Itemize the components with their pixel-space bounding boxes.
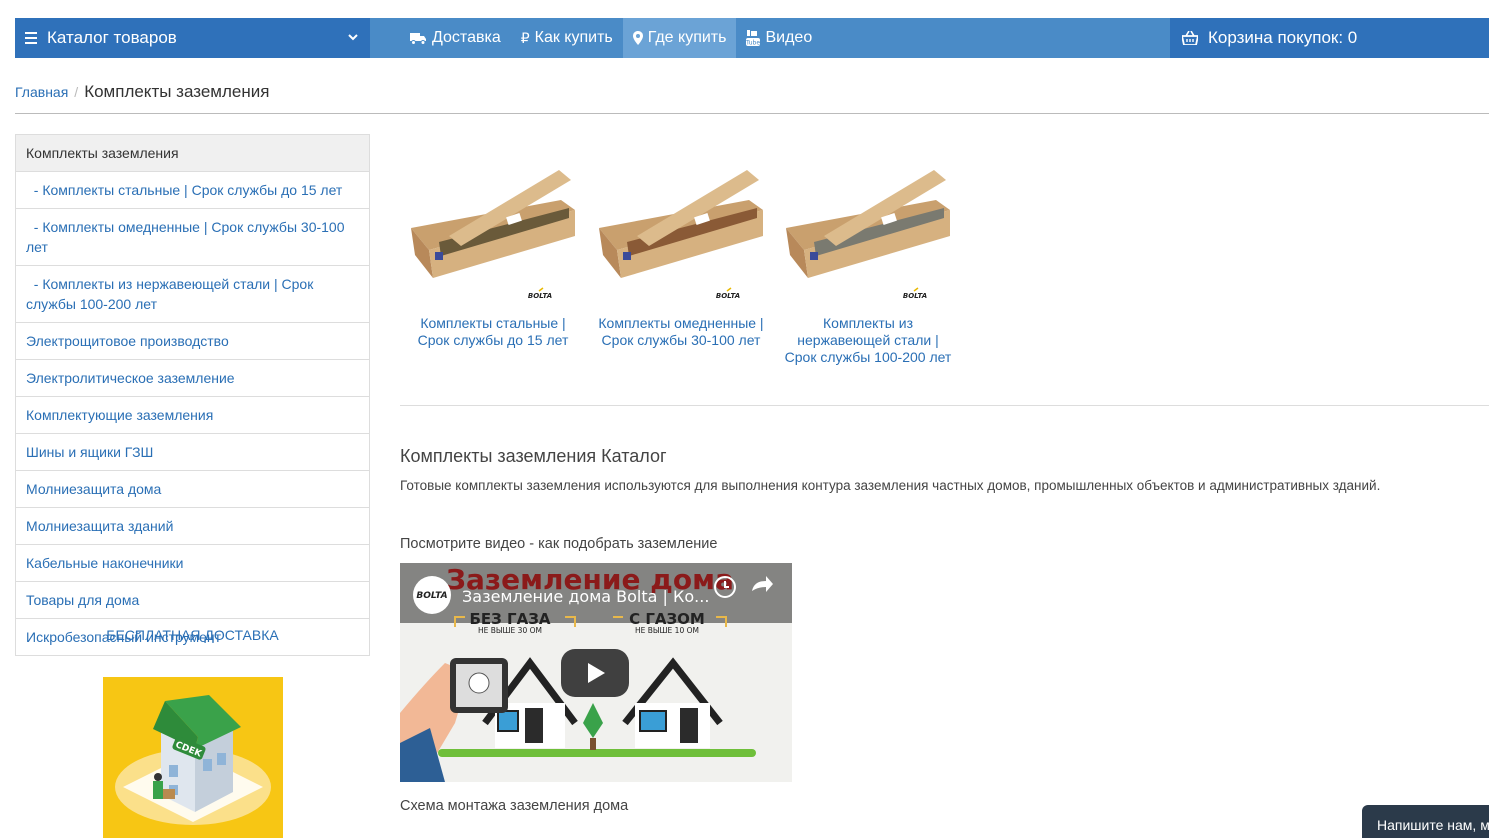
free-delivery-link[interactable]: БЕСПЛАТНАЯ ДОСТАВКА <box>15 627 370 643</box>
chevron-down-icon <box>348 34 358 41</box>
brand-logo: BOLTA <box>528 292 552 300</box>
nav-link-where-to-buy[interactable]: Где купить <box>622 18 737 58</box>
channel-logo: BOLTA <box>416 591 447 601</box>
hamburger-icon <box>25 32 37 44</box>
chat-label: Напишите нам, м <box>1377 817 1489 833</box>
cart-button[interactable]: Корзина покупок: 0 <box>1170 18 1489 58</box>
sidebar-item-lightning-home[interactable]: Молниезащита дома <box>16 470 369 507</box>
divider <box>400 405 1489 406</box>
right-subheading: НЕ ВЫШЕ 10 ОМ <box>635 626 699 635</box>
map-marker-icon <box>632 31 643 45</box>
nav-link-delivery[interactable]: Доставка <box>400 18 511 58</box>
sidebar-item-stainless-kits[interactable]: - Комплекты из нержавеющей стали | Срок … <box>16 265 369 322</box>
svg-text:Tube: Tube <box>746 40 760 47</box>
product-card[interactable]: BOLTA Комплекты стальные | Срок службы д… <box>409 160 577 349</box>
cart-label: Корзина покупок: 0 <box>1208 28 1358 47</box>
sidebar-item-grounding-kits[interactable]: Комплекты заземления <box>16 135 369 171</box>
video-title: Заземление дома Bolta | Ко... <box>462 587 709 606</box>
left-subheading: НЕ ВЫШЕ 30 ОМ <box>478 626 542 635</box>
nav-link-label: Доставка <box>432 29 501 46</box>
breadcrumb-current: Комплекты заземления <box>84 82 270 101</box>
nav-links: Доставка ₽ Как купить Где купить Tube Ви… <box>400 18 822 58</box>
sidebar-item-electrolytic[interactable]: Электролитическое заземление <box>16 359 369 396</box>
brand-logo: BOLTA <box>716 292 740 300</box>
chat-widget-button[interactable]: Напишите нам, м <box>1362 805 1489 838</box>
cdek-banner[interactable]: CDEK <box>103 677 283 838</box>
video-caption: Посмотрите видео - как подобрать заземле… <box>400 536 718 552</box>
product-label[interactable]: Комплекты омедненные | Срок службы 30-10… <box>597 315 765 349</box>
product-box-image: BOLTA <box>597 160 765 310</box>
nav-link-label: Где купить <box>647 29 727 46</box>
sidebar-item-cable-lugs[interactable]: Кабельные наконечники <box>16 544 369 581</box>
ruble-icon: ₽ <box>520 29 530 46</box>
breadcrumb: Главная / Комплекты заземления <box>15 82 269 102</box>
sidebar-item-busbars[interactable]: Шины и ящики ГЗШ <box>16 433 369 470</box>
cdek-house-illustration: CDEK <box>115 695 271 825</box>
sidebar-item-label: - Комплекты омедненные | Срок службы 30-… <box>26 219 345 255</box>
sidebar-item-steel-kits[interactable]: - Комплекты стальные | Срок службы до 15… <box>16 171 369 208</box>
sidebar-item-switchboard[interactable]: Электрощитовое производство <box>16 322 369 359</box>
category-sidebar: Комплекты заземления - Комплекты стальны… <box>15 134 370 656</box>
video-thumbnail: Заземление дома BOLTA Заземление дома Bo… <box>400 563 792 782</box>
brand-logo: BOLTA <box>903 292 927 300</box>
product-card[interactable]: BOLTA Комплекты омедненные | Срок службы… <box>597 160 765 349</box>
breadcrumb-separator: / <box>74 84 79 100</box>
truck-icon <box>410 32 426 45</box>
catalog-title: Комплекты заземления Каталог <box>400 446 667 466</box>
product-card[interactable]: BOLTA Комплекты из нержавеющей стали | С… <box>784 160 952 366</box>
product-label[interactable]: Комплекты стальные | Срок службы до 15 л… <box>409 315 577 349</box>
product-label[interactable]: Комплекты из нержавеющей стали | Срок сл… <box>784 315 952 366</box>
scheme-caption: Схема монтажа заземления дома <box>400 798 629 814</box>
catalog-description: Готовые комплекты заземления используютс… <box>400 478 1381 493</box>
catalog-menu-button[interactable]: Каталог товаров <box>15 18 370 58</box>
nav-link-how-to-buy[interactable]: ₽ Как купить <box>511 18 623 58</box>
nav-link-label: Как купить <box>534 29 613 46</box>
breadcrumb-home-link[interactable]: Главная <box>15 84 68 100</box>
youtube-video-embed[interactable]: Заземление дома BOLTA Заземление дома Bo… <box>400 563 792 782</box>
product-box-image: BOLTA <box>784 160 952 310</box>
sidebar-item-label: - Комплекты стальные | Срок службы до 15… <box>33 182 343 198</box>
catalog-menu-label: Каталог товаров <box>47 28 177 47</box>
sidebar-item-copper-kits[interactable]: - Комплекты омедненные | Срок службы 30-… <box>16 208 369 265</box>
divider <box>15 113 1489 114</box>
basket-icon <box>1182 31 1198 45</box>
sidebar-item-components[interactable]: Комплектующие заземления <box>16 396 369 433</box>
nav-link-video[interactable]: Tube Видео <box>736 18 822 58</box>
youtube-icon: Tube <box>746 30 761 47</box>
top-navbar: Каталог товаров Доставка ₽ Как купить Гд… <box>15 18 1489 58</box>
sidebar-item-label: - Комплекты из нержавеющей стали | Срок … <box>26 276 314 312</box>
sidebar-item-lightning-buildings[interactable]: Молниезащита зданий <box>16 507 369 544</box>
nav-link-label: Видео <box>765 29 813 46</box>
product-box-image: BOLTA <box>409 160 577 310</box>
sidebar-item-home-goods[interactable]: Товары для дома <box>16 581 369 618</box>
